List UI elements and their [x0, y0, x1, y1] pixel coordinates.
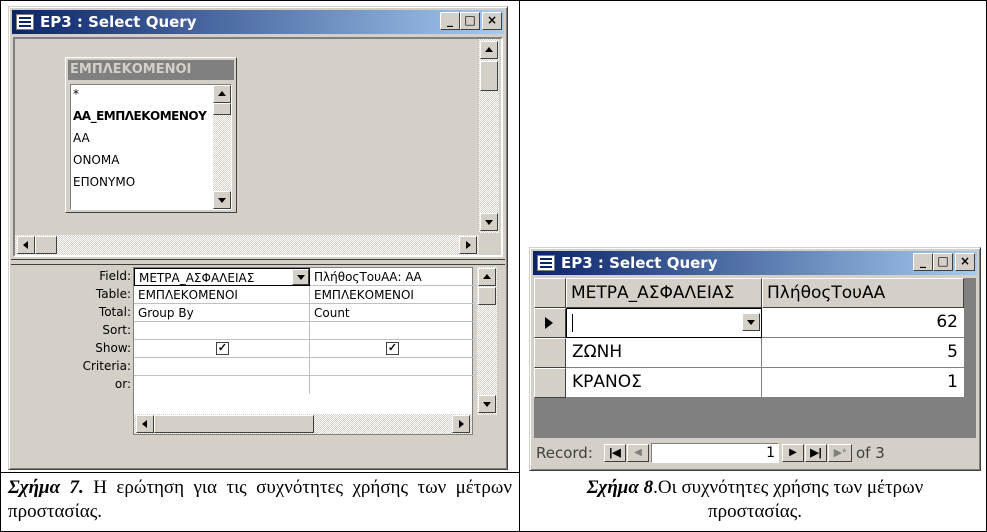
grid-col1-total[interactable]: Group By	[134, 304, 310, 322]
cell-count-row1[interactable]: 62	[762, 308, 964, 338]
measure-dropdown-button[interactable]	[742, 313, 760, 331]
grid-hscroll-thumb[interactable]	[154, 415, 314, 433]
grid-col1-sort[interactable]	[134, 322, 310, 340]
show-checkbox-col1[interactable]: ✓	[216, 342, 229, 355]
grid-col1-or[interactable]	[134, 376, 310, 394]
minimize-button[interactable]: _	[440, 12, 460, 30]
field-item[interactable]: AA_EMΠΛΕΚΟΜΕΝΟΥ	[73, 109, 207, 123]
table-pane-hscroll-thumb[interactable]	[35, 236, 57, 254]
close-button[interactable]: ×	[482, 12, 502, 30]
table-box-title: ΕΜΠΛΕΚΟΜΕΝΟΙ	[68, 60, 234, 80]
cell-measure-row1[interactable]	[566, 308, 762, 338]
row-label-field: Field:	[99, 269, 131, 283]
show-checkbox-col2[interactable]: ✓	[386, 342, 399, 355]
table-pane-scroll-up[interactable]	[480, 41, 498, 59]
figure8-text: .Οι συχνότητες χρήσης των μέτρων προστασ…	[653, 477, 924, 522]
grid-scroll-up[interactable]	[478, 268, 496, 286]
select-all-cell[interactable]	[534, 278, 566, 308]
table-pane-hscroll-track[interactable]	[15, 235, 479, 255]
grid-col1-field[interactable]: ΜΕΤΡΑ_ΑΣΦΑΛΕΙΑΣ	[134, 268, 310, 286]
table-field-list[interactable]: ΕΜΠΛΕΚΟΜΕΝΟΙ * AA_EMΠΛΕΚΟΜΕΝΟΥ AA ONOMA …	[65, 57, 237, 213]
record-count-label: of 3	[856, 444, 885, 462]
field-list-scroll-down[interactable]	[213, 191, 231, 209]
field-item[interactable]: AA	[73, 131, 90, 145]
query-design-window: EP3 : Select Query _ □ × ΕΜΠΛΕΚΟΜΕΝΟΙ * …	[8, 6, 508, 470]
row-label-or: or:	[114, 377, 131, 391]
header-plithos[interactable]: ΠλήθοςΤουΑΑ	[762, 278, 964, 308]
datasheet-empty-area	[534, 398, 976, 438]
minimize-button[interactable]: _	[913, 253, 933, 271]
figure7-label: Σχήμα 7.	[8, 477, 84, 498]
table-pane-scroll-right[interactable]	[459, 236, 477, 254]
field-dropdown-button[interactable]	[292, 269, 309, 285]
figure7-text: Η ερώτηση για τις συχνότητες χρήσης των …	[8, 477, 512, 522]
datasheet: ΜΕΤΡΑ_ΑΣΦΑΛΕΙΑΣ ΠλήθοςΤουΑΑ 62 ΖΩΝΗ 5 ΚΡ…	[534, 278, 976, 438]
cell-count-row2[interactable]: 5	[762, 338, 964, 368]
query-window-icon	[16, 14, 34, 30]
grid-scroll-left[interactable]	[136, 415, 154, 433]
grid-col2-table[interactable]: ΕΜΠΛΕΚΟΜΕΝΟΙ	[310, 286, 474, 304]
record-selector[interactable]	[534, 368, 566, 398]
qbe-grid-pane: Field: Table: Total: Sort: Show: Criteri…	[13, 267, 503, 467]
left-caption-rule	[0, 472, 520, 473]
query-window-title: EP3 : Select Query	[40, 13, 197, 31]
row-label-show: Show:	[95, 341, 131, 355]
row-label-table: Table:	[95, 287, 131, 301]
field-item[interactable]: EΠΟΝΥΜΟ	[73, 175, 135, 189]
close-button[interactable]: ×	[955, 253, 975, 271]
next-record-button[interactable]: ▶	[782, 444, 804, 462]
figure7-caption: Σχήμα 7. Η ερώτηση για τις συχνότητες χρ…	[8, 476, 512, 524]
grid-scroll-down[interactable]	[478, 395, 496, 413]
field-list-scroll-thumb[interactable]	[213, 103, 231, 115]
grid-col2-total[interactable]: Count	[310, 304, 474, 322]
record-label: Record:	[536, 444, 593, 462]
field-item[interactable]: *	[73, 87, 79, 101]
field-item[interactable]: ONOMA	[73, 153, 119, 167]
field-list-box: * AA_EMΠΛΕΚΟΜΕΝΟΥ AA ONOMA EΠΟΝΥΜΟ	[70, 84, 232, 210]
field-list-scroll-up[interactable]	[213, 85, 231, 103]
grid-col1-table[interactable]: ΕΜΠΛΕΚΟΜΕΝΟΙ	[134, 286, 310, 304]
figure8-caption: Σχήμα 8.Οι συχνότητες χρήσης των μέτρων …	[540, 476, 970, 524]
grid-col2-sort[interactable]	[310, 322, 474, 340]
row-label-criteria: Criteria:	[82, 359, 131, 373]
current-record-arrow-icon	[545, 317, 553, 329]
grid-scroll-right[interactable]	[452, 415, 470, 433]
results-window-icon	[537, 255, 555, 271]
table-pane-scroll-down[interactable]	[480, 213, 498, 231]
cell-measure-row3[interactable]: ΚΡΑΝΟΣ	[566, 368, 762, 398]
previous-record-button[interactable]: ◀	[627, 444, 649, 462]
grid-col1-criteria[interactable]	[134, 358, 310, 376]
row-label-sort: Sort:	[102, 323, 131, 337]
text-cursor	[572, 314, 573, 332]
first-record-button[interactable]: |◀	[604, 444, 626, 462]
results-window-title: EP3 : Select Query	[561, 254, 718, 272]
current-record-input[interactable]: 1	[651, 443, 779, 463]
grid-col2-criteria[interactable]	[310, 358, 474, 376]
maximize-button[interactable]: □	[460, 12, 480, 30]
table-pane-vscroll-thumb[interactable]	[480, 61, 498, 91]
cell-measure-row2[interactable]: ΖΩΝΗ	[566, 338, 762, 368]
column-divider	[519, 0, 520, 532]
table-pane: ΕΜΠΛΕΚΟΜΕΝΟΙ * AA_EMΠΛΕΚΟΜΕΝΟΥ AA ONOMA …	[13, 37, 503, 257]
new-record-button[interactable]: ▶*	[828, 444, 852, 462]
cell-count-row3[interactable]: 1	[762, 368, 964, 398]
qbe-grid: ΜΕΤΡΑ_ΑΣΦΑΛΕΙΑΣ ΕΜΠΛΕΚΟΜΕΝΟΙ Group By ✓ …	[133, 267, 474, 435]
results-window-titlebar[interactable]: EP3 : Select Query _ □ ×	[533, 251, 977, 275]
last-record-button[interactable]: ▶|	[805, 444, 827, 462]
grid-vscroll-thumb[interactable]	[478, 287, 496, 305]
grid-col2-field[interactable]: ΠλήθοςΤουΑΑ: ΑΑ	[310, 268, 474, 286]
query-window-titlebar[interactable]: EP3 : Select Query _ □ ×	[12, 10, 504, 34]
pane-splitter[interactable]	[11, 259, 505, 265]
grid-col1-field-value: ΜΕΤΡΑ_ΑΣΦΑΛΕΙΑΣ	[139, 271, 255, 285]
results-window: EP3 : Select Query _ □ × ΜΕΤΡΑ_ΑΣΦΑΛΕΙΑΣ…	[529, 247, 981, 471]
header-metra-asfaleias[interactable]: ΜΕΤΡΑ_ΑΣΦΑΛΕΙΑΣ	[566, 278, 762, 308]
grid-col2-or[interactable]	[310, 376, 474, 394]
table-pane-scroll-left[interactable]	[17, 236, 35, 254]
figure8-label: Σχήμα 8	[586, 477, 654, 498]
maximize-button[interactable]: □	[933, 253, 953, 271]
row-label-total: Total:	[98, 305, 131, 319]
record-navigation-bar: Record: |◀ ◀ 1 ▶ ▶| ▶* of 3	[534, 440, 976, 466]
record-selector[interactable]	[534, 338, 566, 368]
record-selector[interactable]	[534, 308, 566, 338]
